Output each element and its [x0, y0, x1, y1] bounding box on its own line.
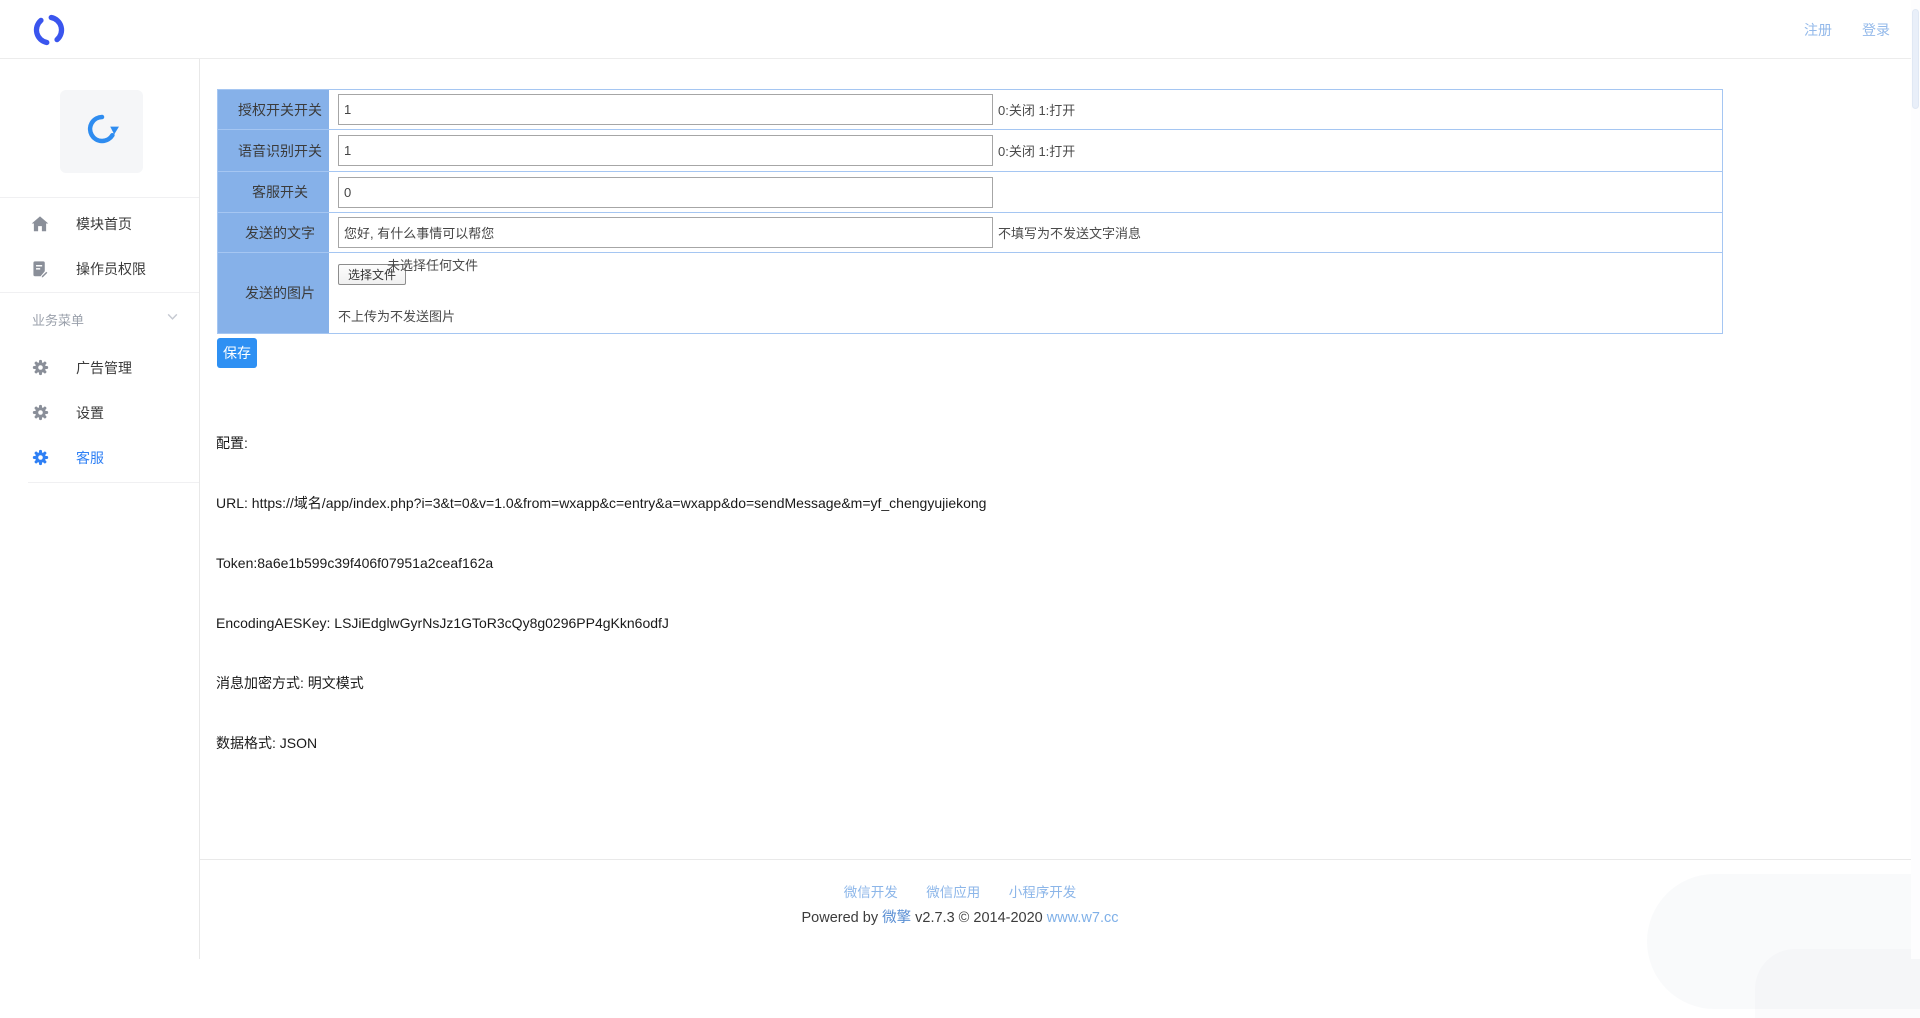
sidebar: 模块首页 操作员权限 业务菜单 [0, 59, 200, 959]
field-hint: 不填写为不发送文字消息 [998, 223, 1141, 242]
file-status-text: 未选择任何文件 [387, 255, 478, 274]
footer-link-wechat-dev[interactable]: 微信开发 [844, 885, 898, 900]
main-content: 授权开关开关 0:关闭 1:打开 语音识别开关 0:关闭 1:打开 客服开关 发… [200, 59, 1920, 959]
service-switch-input[interactable] [338, 177, 993, 208]
config-title: 配置: [216, 433, 986, 453]
gear-icon [31, 404, 49, 422]
field-hint: 0:关闭 1:打开 [998, 100, 1075, 119]
sidebar-item-label: 客服 [76, 448, 104, 468]
auth-switch-input[interactable] [338, 94, 993, 125]
field-hint: 不上传为不发送图片 [338, 306, 455, 325]
refresh-icon [81, 108, 123, 155]
register-link[interactable]: 注册 [1804, 20, 1832, 40]
form-row-send-text: 发送的文字 不填写为不发送文字消息 [218, 213, 1722, 253]
form-row-service-switch: 客服开关 [218, 172, 1722, 213]
form-row-voice-recognition-switch: 语音识别开关 0:关闭 1:打开 [218, 130, 1722, 172]
scrollbar-track[interactable] [1911, 0, 1920, 959]
sidebar-inset-divider [28, 482, 199, 483]
field-hint: 0:关闭 1:打开 [998, 141, 1075, 160]
config-info-block: 配置: URL: https://域名/app/index.php?i=3&t=… [216, 393, 986, 793]
decorative-blob [1755, 949, 1920, 1018]
config-data-format: 数据格式: JSON [216, 733, 986, 753]
field-label: 语音识别开关 [218, 130, 329, 171]
sidebar-item-label: 设置 [76, 403, 104, 423]
field-label: 发送的文字 [218, 213, 329, 252]
home-icon [31, 215, 49, 233]
sidebar-item-label: 模块首页 [76, 214, 132, 234]
top-header: 注册 登录 [0, 0, 1920, 59]
footer-link-miniprogram-dev[interactable]: 小程序开发 [1009, 885, 1077, 900]
sidebar-section-business-menu[interactable]: 业务菜单 [0, 293, 199, 345]
sidebar-item-module-home[interactable]: 模块首页 [0, 201, 199, 246]
footer-link-wechat-app[interactable]: 微信应用 [926, 885, 980, 900]
w7-site-link[interactable]: www.w7.cc [1047, 910, 1119, 926]
save-button[interactable]: 保存 [217, 338, 257, 368]
scrollbar-thumb[interactable] [1912, 9, 1919, 109]
sidebar-item-customer-service[interactable]: 客服 [0, 435, 199, 480]
w7-swirl-logo-icon[interactable] [30, 11, 68, 49]
module-logo-box [60, 90, 143, 173]
settings-form-table: 授权开关开关 0:关闭 1:打开 语音识别开关 0:关闭 1:打开 客服开关 发… [217, 89, 1723, 334]
sidebar-item-label: 操作员权限 [76, 259, 146, 279]
document-icon [31, 260, 49, 278]
footer-powered-by: Powered by 微擎 v2.7.3 © 2014-2020 www.w7.… [200, 906, 1720, 927]
sidebar-item-ad-management[interactable]: 广告管理 [0, 345, 199, 390]
config-url: URL: https://域名/app/index.php?i=3&t=0&v=… [216, 493, 986, 513]
send-text-input[interactable] [338, 217, 993, 248]
voice-recognition-input[interactable] [338, 135, 993, 166]
config-aeskey: EncodingAESKey: LSJiEdglwGyrNsJz1GToR3cQ… [216, 613, 986, 633]
form-row-send-image: 发送的图片 选择文件 未选择任何文件 不上传为不发送图片 [218, 253, 1722, 333]
footer-divider [200, 859, 1920, 860]
form-row-auth-switch: 授权开关开关 0:关闭 1:打开 [218, 90, 1722, 130]
gear-icon [31, 359, 49, 377]
field-label: 发送的图片 [218, 253, 329, 333]
config-encrypt-mode: 消息加密方式: 明文模式 [216, 673, 986, 693]
powered-prefix: Powered by [802, 910, 883, 926]
sidebar-item-label: 广告管理 [76, 358, 132, 378]
sidebar-item-settings[interactable]: 设置 [0, 390, 199, 435]
field-label: 客服开关 [218, 172, 329, 212]
login-link[interactable]: 登录 [1862, 20, 1890, 40]
weengine-brand-link[interactable]: 微擎 [882, 910, 911, 926]
version-text: v2.7.3 © 2014-2020 [911, 910, 1047, 926]
chevron-down-icon [166, 310, 179, 328]
field-label: 授权开关开关 [218, 90, 329, 129]
config-token: Token:8a6e1b599c39f406f07951a2ceaf162a [216, 553, 986, 573]
gear-icon [31, 449, 49, 467]
section-label: 业务菜单 [32, 310, 166, 329]
sidebar-item-operator-permission[interactable]: 操作员权限 [0, 246, 199, 291]
footer-links: 微信开发 微信应用 小程序开发 [200, 881, 1720, 902]
